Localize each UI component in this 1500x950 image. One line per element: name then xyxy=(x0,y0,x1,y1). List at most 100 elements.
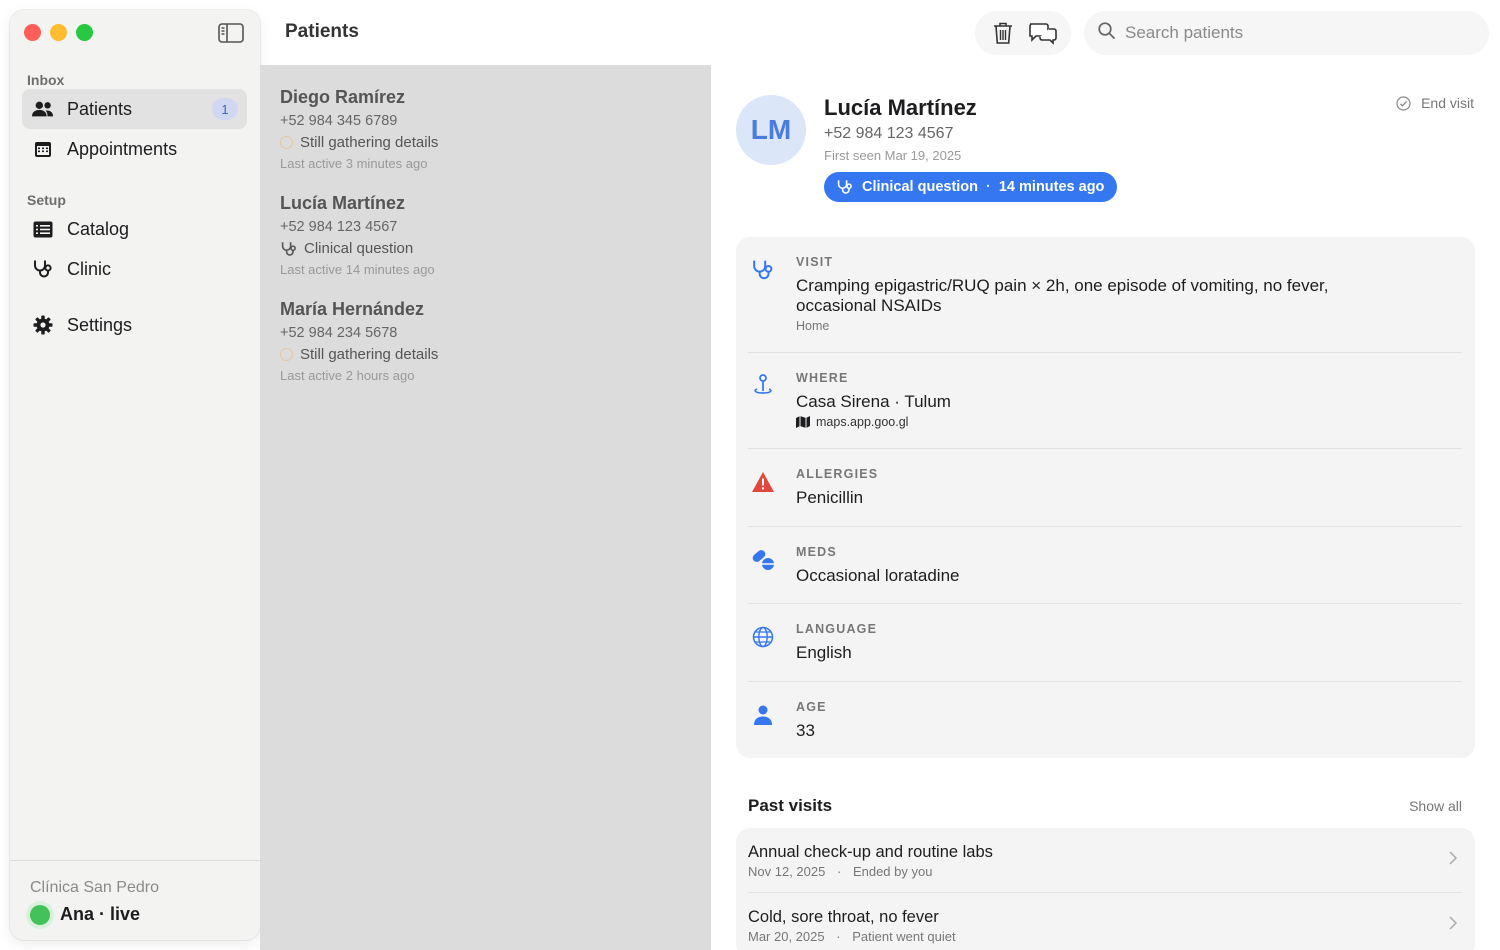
maps-link[interactable]: maps.app.goo.gl xyxy=(796,415,908,429)
patient-info-card: VISIT Cramping epigastric/RUQ pain × 2h,… xyxy=(736,237,1475,758)
info-label: AGE xyxy=(796,700,827,714)
patient-list: Diego Ramírez +52 984 345 6789 Still gat… xyxy=(260,65,711,950)
trash-icon[interactable] xyxy=(985,15,1021,51)
page-title: Patients xyxy=(285,21,359,42)
search-bar xyxy=(1084,11,1489,55)
section-label-setup: Setup xyxy=(27,192,66,208)
people-icon xyxy=(32,98,54,120)
check-circle-icon xyxy=(1396,95,1411,111)
status-text: Still gathering details xyxy=(300,346,439,363)
sidebar-item-appointments[interactable]: Appointments xyxy=(22,129,247,169)
ring-icon xyxy=(280,136,293,149)
info-row-meds: MEDS Occasional loratadine xyxy=(748,527,1462,604)
stethoscope-icon xyxy=(836,179,854,195)
sidebar-item-label: Appointments xyxy=(67,138,178,159)
past-visit-date: Nov 12, 2025 xyxy=(748,864,826,879)
sidebar-item-label: Patients xyxy=(67,98,133,119)
section-label-inbox: Inbox xyxy=(27,72,65,88)
patient-name: Diego Ramírez xyxy=(280,87,406,107)
info-value: Occasional loratadine xyxy=(796,566,960,585)
status-pill[interactable]: Clinical question · 14 minutes ago xyxy=(824,172,1118,202)
patient-phone: +52 984 123 4567 xyxy=(280,219,398,235)
app-window: Inbox Patients 1 Appointments Setup Cata… xyxy=(0,0,1500,950)
past-visit-separator: · xyxy=(836,864,842,879)
past-visit-date: Mar 20, 2025 xyxy=(748,929,825,944)
past-visit-meta: Nov 12, 2025 · Ended by you xyxy=(748,864,932,879)
sidebar-item-settings[interactable]: Settings xyxy=(22,305,247,345)
unread-badge: 1 xyxy=(212,98,238,120)
info-sub: Home xyxy=(796,319,830,333)
past-visits-list: Annual check-up and routine labs Nov 12,… xyxy=(736,828,1475,950)
chevron-right-icon xyxy=(1446,850,1460,866)
info-label: LANGUAGE xyxy=(796,622,878,636)
list-item-diego[interactable]: Diego Ramírez +52 984 345 6789 Still gat… xyxy=(280,87,700,171)
sidebar-item-catalog[interactable]: Catalog xyxy=(22,209,247,249)
toolbar xyxy=(975,11,1071,55)
info-value: English xyxy=(796,643,852,662)
gear-icon xyxy=(32,314,54,336)
past-visits-title: Past visits xyxy=(748,796,833,815)
info-value: 33 xyxy=(796,721,815,740)
past-visit-row[interactable]: Annual check-up and routine labs Nov 12,… xyxy=(748,828,1462,893)
status-text: Still gathering details xyxy=(300,134,439,151)
patient-status: Still gathering details xyxy=(280,346,700,363)
list-item-lucia[interactable]: Lucía Martínez +52 984 123 4567 Clinical… xyxy=(280,193,700,277)
show-all-link[interactable]: Show all xyxy=(1409,798,1462,814)
end-visit-button[interactable]: End visit xyxy=(1396,95,1474,111)
past-visit-row[interactable]: Cold, sore throat, no fever Mar 20, 2025… xyxy=(748,893,1462,950)
ring-icon xyxy=(280,348,293,361)
sidebar-item-label: Catalog xyxy=(67,218,130,239)
close-window-button[interactable] xyxy=(24,24,41,41)
warning-icon xyxy=(750,469,776,495)
pills-icon xyxy=(750,547,776,573)
sidebar-toggle-icon[interactable] xyxy=(218,23,244,43)
sidebar-item-clinic[interactable]: Clinic xyxy=(22,249,247,289)
chat-bubbles-icon[interactable] xyxy=(1025,15,1061,51)
sidebar-item-label: Settings xyxy=(67,314,133,335)
patient-detail-name: Lucía Martínez xyxy=(824,95,977,120)
patient-phone: +52 984 345 6789 xyxy=(280,113,398,129)
info-label: MEDS xyxy=(796,545,837,559)
globe-icon xyxy=(750,624,776,650)
info-value: Casa Sirena · Tulum xyxy=(796,392,951,411)
info-row-visit: VISIT Cramping epigastric/RUQ pain × 2h,… xyxy=(748,237,1462,353)
search-icon xyxy=(1098,22,1115,44)
info-row-allergies: ALLERGIES Penicillin xyxy=(748,449,1462,527)
sidebar: Inbox Patients 1 Appointments Setup Cata… xyxy=(10,10,260,940)
chevron-right-icon xyxy=(1446,915,1460,931)
info-label: WHERE xyxy=(796,371,849,385)
sidebar-item-label: Clinic xyxy=(67,258,112,279)
list-icon xyxy=(32,218,54,240)
zoom-window-button[interactable] xyxy=(76,24,93,41)
info-row-age: AGE 33 xyxy=(748,682,1462,758)
online-status-icon xyxy=(30,904,50,925)
pill-label: Clinical question xyxy=(862,179,979,195)
stethoscope-icon xyxy=(750,257,776,283)
list-item-maria[interactable]: María Hernández +52 984 234 5678 Still g… xyxy=(280,299,700,383)
first-seen: First seen Mar 19, 2025 xyxy=(824,148,962,163)
info-row-where: WHERE Casa Sirena · Tulum maps.app.goo.g… xyxy=(748,353,1462,449)
minimize-window-button[interactable] xyxy=(50,24,67,41)
last-active: Last active 2 hours ago xyxy=(280,368,415,383)
info-label: VISIT xyxy=(796,255,834,269)
stethoscope-icon xyxy=(280,241,298,257)
patient-phone: +52 984 234 5678 xyxy=(280,325,398,341)
sidebar-item-patients[interactable]: Patients 1 xyxy=(22,89,247,129)
search-input[interactable] xyxy=(1125,23,1465,43)
map-pin-icon xyxy=(750,373,776,399)
info-row-language: LANGUAGE English xyxy=(748,604,1462,682)
last-active: Last active 14 minutes ago xyxy=(280,262,435,277)
user-name: Ana · live xyxy=(60,904,141,924)
past-visit-title: Cold, sore throat, no fever xyxy=(748,908,939,926)
patient-detail-phone: +52 984 123 4567 xyxy=(824,125,954,142)
last-active: Last active 3 minutes ago xyxy=(280,156,428,171)
calendar-icon xyxy=(32,138,54,160)
person-icon xyxy=(750,702,776,728)
past-visit-title: Annual check-up and routine labs xyxy=(748,843,993,861)
past-visit-outcome: Patient went quiet xyxy=(852,929,956,944)
maps-link-text: maps.app.goo.gl xyxy=(816,415,909,429)
clinic-name: Clínica San Pedro xyxy=(30,879,159,896)
past-visit-outcome: Ended by you xyxy=(852,864,933,879)
user-status[interactable]: Ana · live xyxy=(30,904,140,925)
sidebar-footer: Clínica San Pedro Ana · live xyxy=(10,860,260,940)
